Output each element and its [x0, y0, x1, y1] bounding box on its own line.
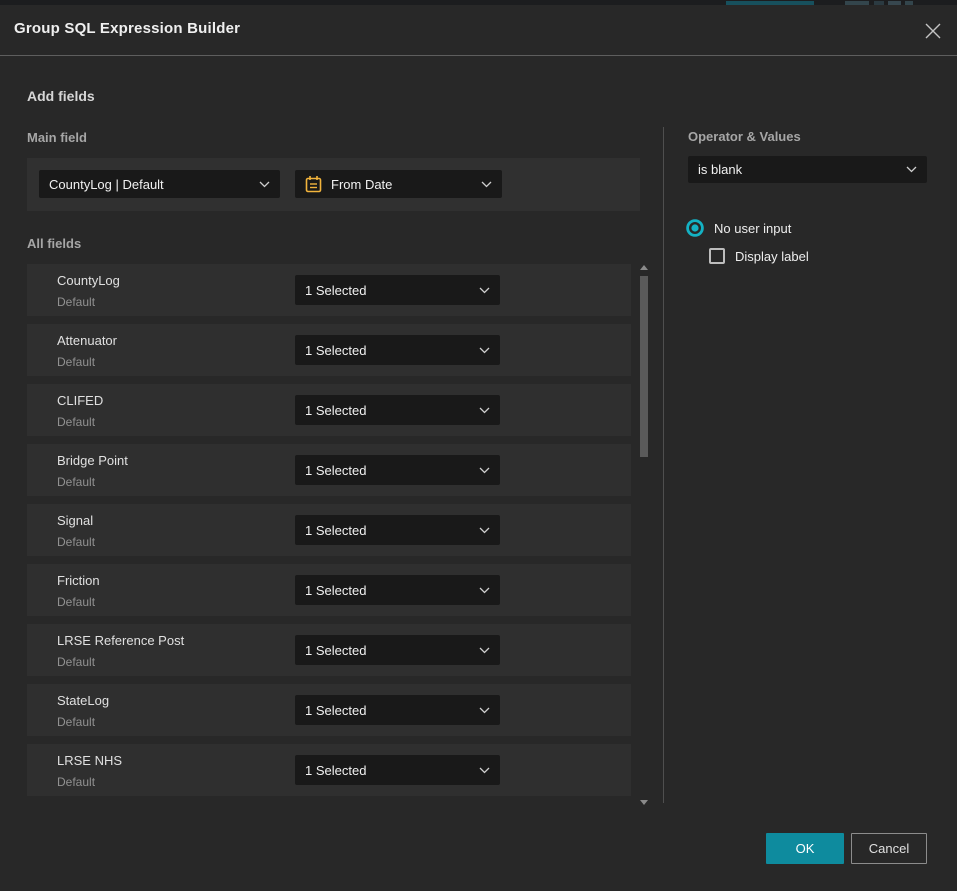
field-name: LRSE NHS — [57, 753, 122, 768]
field-selection-value: 1 Selected — [305, 643, 473, 658]
dialog-titlebar: Group SQL Expression Builder — [0, 5, 957, 56]
add-fields-heading: Add fields — [27, 88, 95, 104]
field-source: Default — [57, 475, 95, 489]
field-row: LRSE Reference Post Default 1 Selected — [27, 624, 631, 676]
field-row: StateLog Default 1 Selected — [27, 684, 631, 736]
field-selection-dropdown[interactable]: 1 Selected — [295, 755, 500, 785]
field-selection-dropdown[interactable]: 1 Selected — [295, 335, 500, 365]
main-field-date-value: From Date — [331, 177, 475, 192]
chevron-down-icon — [906, 166, 917, 173]
chevron-down-icon — [479, 707, 490, 714]
field-row: Attenuator Default 1 Selected — [27, 324, 631, 376]
scroll-up-icon[interactable] — [640, 265, 648, 270]
field-selection-dropdown[interactable]: 1 Selected — [295, 515, 500, 545]
field-row: Signal Default 1 Selected — [27, 504, 631, 556]
main-field-date-dropdown[interactable]: From Date — [295, 170, 502, 198]
ok-button[interactable]: OK — [766, 833, 844, 864]
display-label-checkbox-row[interactable]: Display label — [709, 248, 809, 264]
field-selection-value: 1 Selected — [305, 463, 473, 478]
field-source: Default — [57, 595, 95, 609]
group-sql-expression-builder-dialog: Group SQL Expression Builder Add fields … — [0, 5, 957, 891]
field-row: LRSE NHS Default 1 Selected — [27, 744, 631, 796]
field-source: Default — [57, 295, 95, 309]
chevron-down-icon — [259, 181, 270, 188]
field-selection-dropdown[interactable]: 1 Selected — [295, 575, 500, 605]
calendar-icon — [305, 175, 322, 193]
no-user-input-label: No user input — [714, 221, 791, 236]
field-selection-value: 1 Selected — [305, 763, 473, 778]
field-selection-dropdown[interactable]: 1 Selected — [295, 635, 500, 665]
field-row: CLIFED Default 1 Selected — [27, 384, 631, 436]
field-row: CountyLog Default 1 Selected — [27, 264, 631, 316]
field-name: LRSE Reference Post — [57, 633, 184, 648]
field-selection-value: 1 Selected — [305, 343, 473, 358]
field-selection-value: 1 Selected — [305, 703, 473, 718]
field-source: Default — [57, 655, 95, 669]
scroll-down-icon[interactable] — [640, 800, 648, 805]
operator-values-label: Operator & Values — [688, 129, 801, 144]
field-row: Friction Default 1 Selected — [27, 564, 631, 616]
chevron-down-icon — [479, 767, 490, 774]
chevron-down-icon — [479, 647, 490, 654]
close-button[interactable] — [920, 18, 946, 44]
all-fields-label: All fields — [27, 236, 81, 251]
display-label-label: Display label — [735, 249, 809, 264]
field-name: Signal — [57, 513, 93, 528]
field-source: Default — [57, 355, 95, 369]
field-source: Default — [57, 535, 95, 549]
field-selection-dropdown[interactable]: 1 Selected — [295, 275, 500, 305]
chevron-down-icon — [479, 347, 490, 354]
panel-divider — [663, 127, 664, 803]
main-field-panel: CountyLog | Default From Date — [27, 158, 640, 211]
field-name: Bridge Point — [57, 453, 128, 468]
scrollbar[interactable] — [637, 262, 651, 807]
no-user-input-radio[interactable]: No user input — [686, 219, 791, 237]
field-row: Bridge Point Default 1 Selected — [27, 444, 631, 496]
field-selection-value: 1 Selected — [305, 523, 473, 538]
radio-selected-icon — [686, 219, 704, 237]
chevron-down-icon — [479, 587, 490, 594]
main-field-label: Main field — [27, 130, 87, 145]
chevron-down-icon — [479, 287, 490, 294]
field-name: CountyLog — [57, 273, 120, 288]
main-field-source-value: CountyLog | Default — [49, 177, 253, 192]
operator-dropdown[interactable]: is blank — [688, 156, 927, 183]
operator-value: is blank — [698, 162, 900, 177]
field-selection-value: 1 Selected — [305, 283, 473, 298]
chevron-down-icon — [479, 407, 490, 414]
field-name: Attenuator — [57, 333, 117, 348]
field-name: CLIFED — [57, 393, 103, 408]
field-name: Friction — [57, 573, 100, 588]
field-name: StateLog — [57, 693, 109, 708]
field-source: Default — [57, 715, 95, 729]
field-selection-dropdown[interactable]: 1 Selected — [295, 695, 500, 725]
scrollbar-thumb[interactable] — [640, 276, 648, 457]
cancel-button[interactable]: Cancel — [851, 833, 927, 864]
chevron-down-icon — [479, 467, 490, 474]
chevron-down-icon — [481, 181, 492, 188]
field-source: Default — [57, 415, 95, 429]
main-field-source-dropdown[interactable]: CountyLog | Default — [39, 170, 280, 198]
dialog-title: Group SQL Expression Builder — [14, 20, 240, 37]
close-icon — [924, 22, 942, 40]
all-fields-list: CountyLog Default 1 Selected Attenuator … — [27, 264, 631, 804]
checkbox-unchecked-icon[interactable] — [709, 248, 725, 264]
chevron-down-icon — [479, 527, 490, 534]
field-source: Default — [57, 775, 95, 789]
field-selection-dropdown[interactable]: 1 Selected — [295, 455, 500, 485]
field-selection-dropdown[interactable]: 1 Selected — [295, 395, 500, 425]
field-selection-value: 1 Selected — [305, 403, 473, 418]
field-selection-value: 1 Selected — [305, 583, 473, 598]
